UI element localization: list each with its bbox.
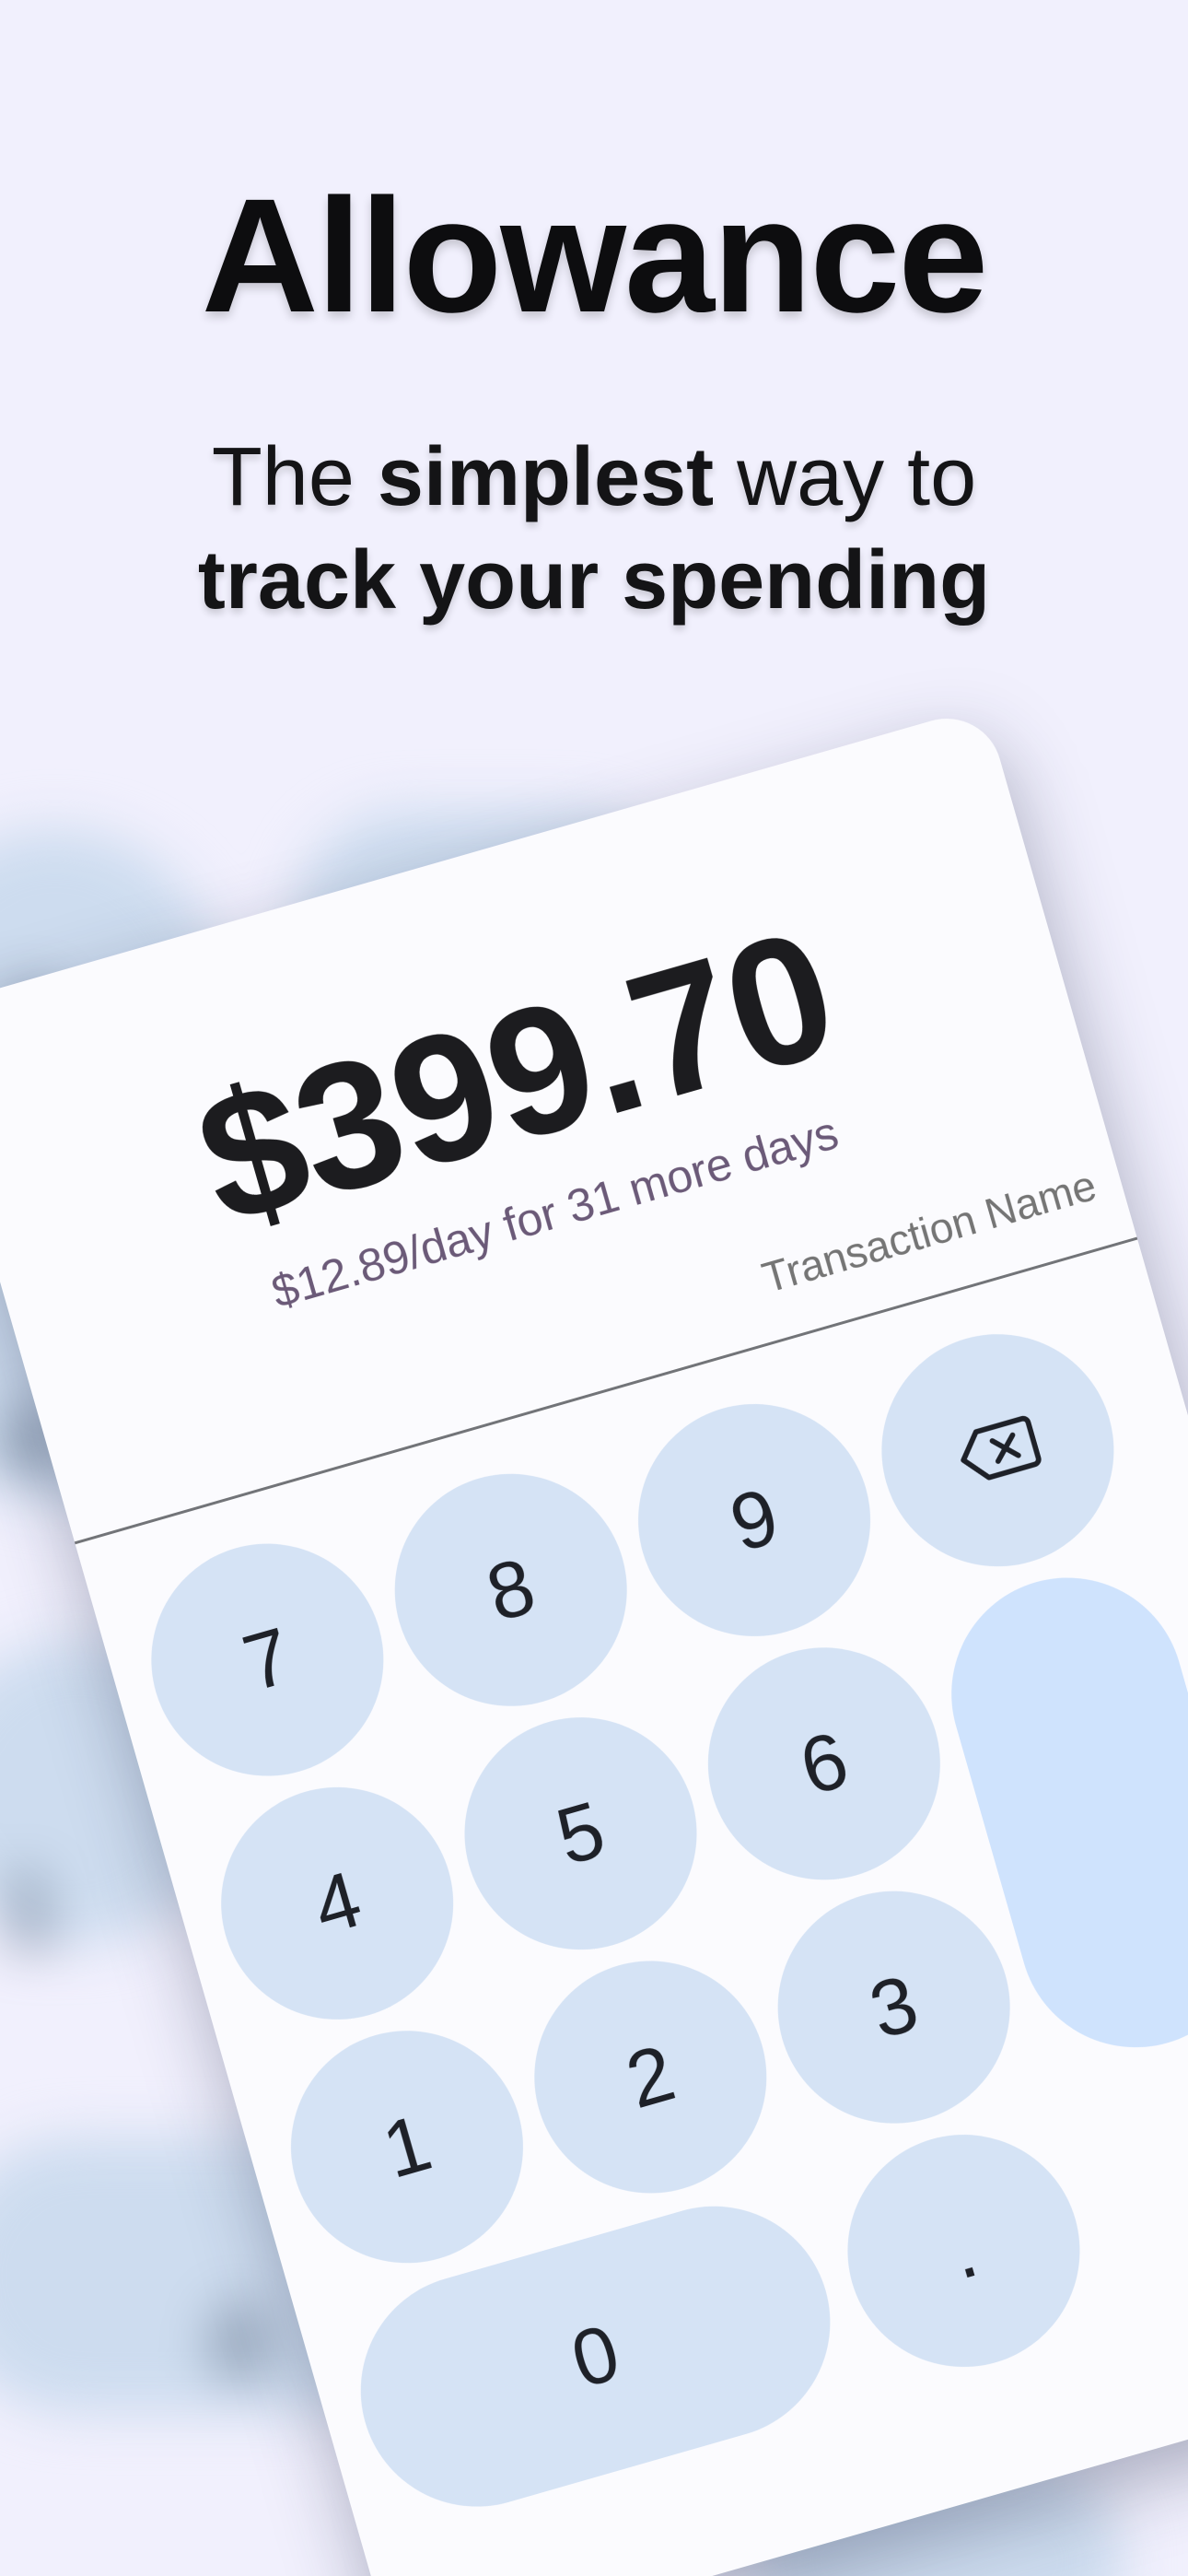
screen: Allowance The simplest way to track your… — [0, 0, 1188, 2576]
blurred-digit: 1 — [0, 1854, 57, 1967]
key-7[interactable]: 7 — [123, 1516, 412, 1804]
blurred-digit: 0 — [212, 2287, 269, 2400]
backspace-icon — [961, 1415, 1042, 1481]
key-5[interactable]: 5 — [437, 1690, 725, 1977]
tagline: The simplest way to track your spending — [0, 426, 1188, 632]
key-1[interactable]: 1 — [263, 2003, 551, 2291]
app-title: Allowance — [201, 166, 988, 346]
tagline-prefix: The — [211, 431, 378, 523]
tagline-suffix: way to — [714, 431, 977, 523]
key-6[interactable]: 6 — [681, 1620, 968, 1908]
tagline-line-1: The simplest way to — [0, 426, 1188, 529]
key-9[interactable]: 9 — [611, 1376, 898, 1664]
key-4[interactable]: 4 — [193, 1760, 482, 2047]
key-3[interactable]: 3 — [750, 1863, 1038, 2151]
backspace-button[interactable] — [854, 1306, 1142, 1595]
tagline-line-2: track your spending — [197, 534, 991, 626]
key-decimal[interactable]: . — [820, 2107, 1108, 2395]
key-2[interactable]: 2 — [507, 1933, 795, 2221]
tagline-emphasis: simplest — [377, 431, 715, 523]
key-8[interactable]: 8 — [367, 1446, 655, 1734]
